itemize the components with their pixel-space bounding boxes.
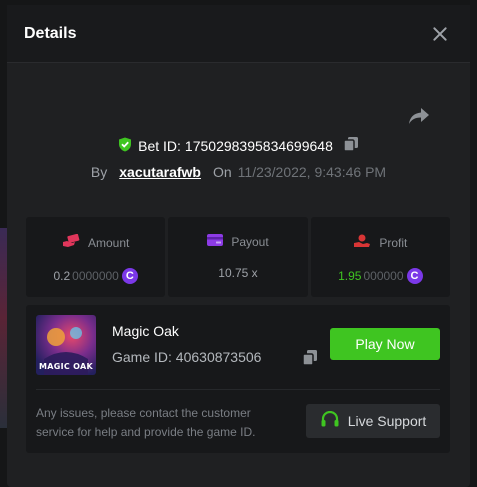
close-icon[interactable] xyxy=(432,26,448,42)
bet-id-label: Bet ID: xyxy=(138,137,181,154)
username-link[interactable]: xacutarafwb xyxy=(119,164,201,180)
on-label: On xyxy=(212,164,232,180)
play-now-button[interactable]: Play Now xyxy=(330,328,440,360)
bet-id-row: Bet ID: 1750298395834699648 xyxy=(7,136,470,155)
game-name: Magic Oak xyxy=(112,323,179,339)
support-help-text: Any issues, please contact the customer … xyxy=(36,406,256,439)
stat-payout: Payout 10.75 x xyxy=(168,217,308,297)
payout-label: Payout xyxy=(231,234,269,249)
money-hand-icon xyxy=(62,233,80,251)
payout-value: 10.75 x xyxy=(218,266,258,280)
game-id: Game ID: 40630873506 xyxy=(112,349,262,365)
game-thumbnail[interactable]: MAGIC OAK xyxy=(36,315,96,375)
game-thumbnail-title: MAGIC OAK xyxy=(39,362,94,371)
bet-stats: Amount 0.2 0000000 C Payout 10.75 x Prof… xyxy=(26,217,450,297)
wallet-card-icon xyxy=(207,234,224,249)
profit-value: 1.95 xyxy=(338,269,362,283)
coin-icon: C xyxy=(121,268,138,284)
live-support-button[interactable]: Live Support xyxy=(306,404,440,438)
amount-value: 0.2 xyxy=(53,269,71,283)
divider xyxy=(36,389,440,390)
amount-value-trailing: 0000000 xyxy=(72,269,119,283)
bet-meta-row: By xacutarafwb On 11/23/2022, 9:43:46 PM xyxy=(7,164,470,180)
profit-value-trailing: 000000 xyxy=(363,269,404,283)
copy-icon[interactable] xyxy=(302,349,318,371)
game-card: MAGIC OAK Magic Oak Game ID: 40630873506… xyxy=(26,305,450,453)
bet-id-value: 1750298395834699648 xyxy=(184,137,333,154)
by-label: By xyxy=(90,164,108,180)
headset-icon xyxy=(320,410,340,432)
modal-header: Details xyxy=(7,5,470,63)
modal-title: Details xyxy=(24,24,77,42)
details-modal: Details Bet ID: 1750298395834699648 By x… xyxy=(7,5,470,487)
coin-icon: C xyxy=(406,268,423,284)
amount-label: Amount xyxy=(87,235,130,250)
background-page-fragment xyxy=(0,228,7,428)
share-icon[interactable] xyxy=(408,107,430,130)
stat-profit: Profit 1.95 000000 C xyxy=(310,217,450,297)
copy-icon[interactable] xyxy=(343,136,359,155)
shield-check-icon xyxy=(118,137,132,155)
live-support-label: Live Support xyxy=(347,413,427,429)
stat-amount: Amount 0.2 0000000 C xyxy=(26,217,166,297)
profit-label: Profit xyxy=(379,235,408,250)
bet-date: 11/23/2022, 9:43:46 PM xyxy=(237,164,387,180)
profit-hand-icon xyxy=(353,234,371,251)
